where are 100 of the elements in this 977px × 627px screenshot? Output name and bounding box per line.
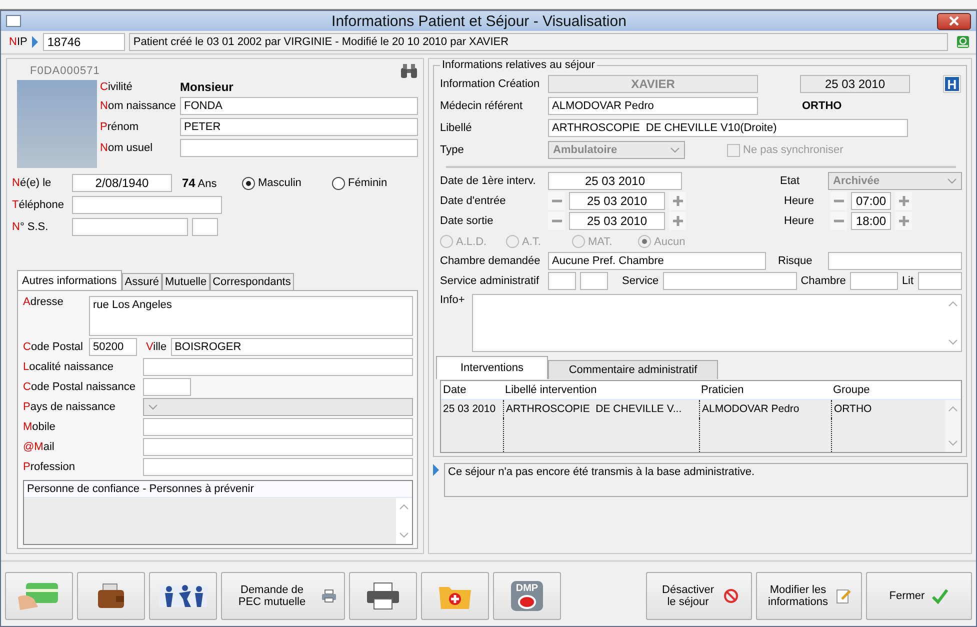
doctor-field[interactable]: ALMODOVAR Pedro [548,97,758,115]
text-field[interactable] [143,458,413,476]
risk-field[interactable] [828,252,962,270]
patient-code: F0DA000571 [30,65,100,77]
text-field[interactable] [143,418,413,436]
chevron-down-icon [947,178,957,184]
scroll-down-icon[interactable] [399,532,409,538]
dropdown[interactable] [143,398,413,416]
field-label: Info+ [440,294,466,306]
text-field[interactable] [548,272,576,290]
minus-button[interactable] [548,212,565,230]
binoculars-icon[interactable] [400,63,418,79]
nip-field[interactable]: 18746 [43,33,126,51]
text-field[interactable] [143,358,413,376]
modify-button[interactable]: Modifier les informations [756,572,862,620]
field-label: Heure [784,215,815,227]
text-field[interactable]: PETER [180,118,418,136]
print-button[interactable] [349,572,417,620]
prohibited-icon [723,588,739,604]
arrow-right-icon[interactable] [31,35,40,49]
scrollbar[interactable] [396,498,412,544]
scroll-up-icon[interactable] [948,406,958,412]
close-button[interactable] [937,12,971,30]
plus-icon [898,195,910,207]
label-field[interactable]: ARTHROSCOPIE DE CHEVILLE V10(Droite) [548,119,908,137]
age-value: 74 Ans [182,176,218,190]
field-label: Heure [784,195,815,207]
tab[interactable]: Interventions [436,356,548,379]
date-field[interactable]: 25 03 2010 [569,192,665,210]
column-header[interactable]: Groupe [831,381,961,399]
column-header[interactable]: Date [441,381,503,399]
service-field[interactable] [662,272,797,290]
group-value: ORTHO [802,100,842,112]
ss-key-field[interactable] [192,218,218,236]
field-label: Profession [23,461,76,473]
phone-field[interactable] [72,196,222,214]
deactivate-button[interactable]: Désactiver le séjour [646,572,752,620]
text-field[interactable] [180,139,418,157]
field-label: Civilité [100,81,134,93]
plus-icon [898,215,910,227]
plus-icon [672,215,684,227]
field-label: Information Création [440,78,541,90]
address-field[interactable]: rue Los Angeles [89,296,413,336]
bed-field[interactable] [918,272,962,290]
tab[interactable]: Commentaire administratif [548,360,718,379]
plus-button[interactable] [895,192,912,210]
plus-button[interactable] [895,212,912,230]
field-label: Chambre demandée [440,255,542,267]
close-window-button[interactable]: Fermer [866,572,972,620]
plus-button[interactable] [669,212,686,230]
postal-code-field[interactable]: 50200 [89,338,137,356]
field-label: Prénom [100,121,140,133]
window-title: Informations Patient et Séjour - Visualisation [330,12,628,30]
wallet-button[interactable] [77,572,145,620]
date-field[interactable]: 25 03 2010 [548,172,682,190]
ss-number-field[interactable] [72,218,188,236]
pec-request-button[interactable]: Demande de PEC mutuelle [221,572,345,620]
sex-radio[interactable]: Masculin [242,176,328,190]
arrow-right-icon[interactable] [432,463,440,477]
minus-button[interactable] [830,212,847,230]
folder-button[interactable] [421,572,489,620]
scroll-up-icon[interactable] [948,301,958,307]
text-field[interactable] [143,378,191,396]
field-label: Nom naissance [100,100,177,112]
scroll-down-icon[interactable] [948,339,958,345]
city-field[interactable]: BOISROGER [170,338,413,356]
field-label: Pays de naissance [23,401,116,413]
minus-button[interactable] [548,192,565,210]
text-field[interactable] [580,272,608,290]
group-title: Informations relatives au séjour [441,59,596,71]
field-label: Né(e) le [12,177,52,189]
close-icon [948,16,960,26]
column-header[interactable]: Libellé intervention [503,381,699,399]
tab[interactable]: Correspondants [210,273,294,290]
time-field[interactable]: 07:00 [851,192,891,210]
birth-date-field[interactable]: 2/08/1940 [72,174,172,192]
field-label: Ville [146,341,167,353]
room-number-field[interactable] [850,272,898,290]
plus-button[interactable] [669,192,686,210]
text-field[interactable]: FONDA [180,97,418,115]
scroll-up-icon[interactable] [399,504,409,510]
room-field[interactable]: Aucune Pref. Chambre [548,252,766,270]
field-label: Date d'entrée [440,195,507,207]
info-field[interactable] [472,294,962,352]
column-header[interactable]: Praticien [699,381,831,399]
field-label: Nom usuel [100,142,154,154]
minus-button[interactable] [830,192,847,210]
checkmark-icon [930,588,949,604]
tab[interactable]: Autres informations [17,270,122,290]
figures-button[interactable] [149,572,217,620]
printer-icon [321,589,337,603]
time-field[interactable]: 18:00 [851,212,891,230]
tab[interactable]: Assuré [122,273,162,290]
tab[interactable]: Mutuelle [162,273,210,290]
text-field[interactable] [143,438,413,456]
date-field[interactable]: 25 03 2010 [569,212,665,230]
field-label: Service [622,275,659,287]
scroll-down-icon[interactable] [948,440,958,446]
sex-radio[interactable]: Féminin [332,176,418,190]
scrollbar[interactable] [945,400,961,452]
